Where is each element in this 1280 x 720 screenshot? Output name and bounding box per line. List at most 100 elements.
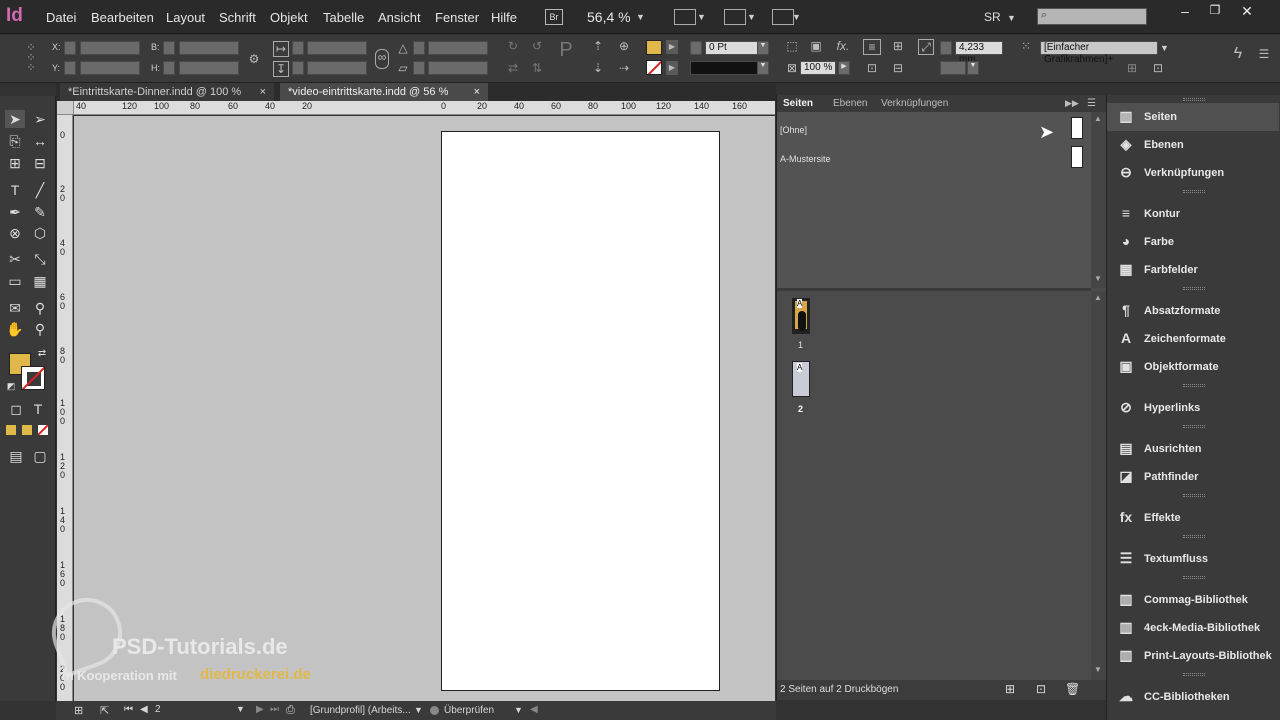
page-1-thumbnail[interactable]: A <box>792 298 810 334</box>
tab-eintrittskarte-dinner[interactable]: *Eintrittskarte-Dinner.indd @ 100 % × <box>60 83 274 101</box>
align-stroke-dropdown[interactable]: ▼ <box>967 61 979 75</box>
horizontal-ruler[interactable]: 40 120 100 80 60 40 20 0 20 40 60 80 100… <box>74 101 775 115</box>
menu-ansicht[interactable]: Ansicht <box>378 10 421 25</box>
zoom-dropdown-icon[interactable]: ▼ <box>636 12 645 22</box>
direct-selection-tool-icon[interactable]: ➢ <box>30 110 50 128</box>
apply-color-icon[interactable] <box>6 425 16 435</box>
maximize-button[interactable]: ❐ <box>1200 3 1230 21</box>
transform-icon[interactable]: ⚙ <box>246 52 262 66</box>
select-previous-icon[interactable]: ⇣ <box>590 61 606 75</box>
scale-y-field[interactable] <box>307 61 367 75</box>
menu-fenster[interactable]: Fenster <box>435 10 479 25</box>
size-field[interactable]: 4,233 mm <box>955 41 1003 65</box>
bridge-button[interactable]: Br <box>545 9 563 25</box>
zoom-level[interactable]: 56,4 % <box>587 9 631 25</box>
menu-datei[interactable]: Datei <box>46 10 76 25</box>
scissors-tool-icon[interactable]: ✂ <box>5 250 25 268</box>
line-tool-icon[interactable]: ╱ <box>30 181 50 199</box>
dock-item-farbe[interactable]: ◕ Farbe <box>1107 228 1279 256</box>
rotate-cw-icon[interactable]: ↻ <box>504 39 522 53</box>
fx-icon[interactable]: fx. <box>834 39 852 53</box>
dock-item-pathfinder[interactable]: ◪ Pathfinder <box>1107 463 1279 491</box>
stroke-type-dropdown[interactable]: ▼ <box>757 61 769 75</box>
dock-item-print-layouts-bibliothek[interactable]: ▥ Print-Layouts-Bibliothek <box>1107 642 1279 670</box>
page-number-field[interactable]: 2 <box>155 704 161 715</box>
dock-item-textumfluss[interactable]: ☰ Textumfluss <box>1107 545 1279 573</box>
tab-verknuepfungen[interactable]: Verknüpfungen <box>881 98 948 109</box>
y-field[interactable] <box>80 61 140 75</box>
default-colors-icon[interactable]: ◩ <box>5 380 17 392</box>
corner-options-icon[interactable]: ⬚ <box>784 39 800 53</box>
screen-mode-icon[interactable] <box>724 9 746 25</box>
menu-hilfe[interactable]: Hilfe <box>491 10 517 25</box>
master-none-label[interactable]: [Ohne] <box>780 125 807 135</box>
panel-menu-icon[interactable]: ☰ <box>1087 98 1096 109</box>
preflight-profile[interactable]: [Grundprofil] (Arbeits... <box>310 705 411 716</box>
minimize-button[interactable]: – <box>1170 3 1200 21</box>
tab-seiten[interactable]: Seiten <box>783 98 813 109</box>
next-page-icon[interactable]: ▶ <box>256 704 264 715</box>
dock-item-hyperlinks[interactable]: ⊘ Hyperlinks <box>1107 394 1279 422</box>
flip-v-icon[interactable]: ⇅ <box>528 61 546 75</box>
polygon-tool-icon[interactable]: ⬡ <box>30 224 50 242</box>
height-stepper[interactable] <box>163 61 175 75</box>
tab-ebenen[interactable]: Ebenen <box>833 98 867 109</box>
shear-field[interactable] <box>428 61 488 75</box>
scroll-left-icon[interactable]: ◀ <box>530 704 538 715</box>
flip-h-icon[interactable]: ⇄ <box>504 61 522 75</box>
drop-shadow-icon[interactable]: ▣ <box>808 39 824 53</box>
panel-group-grip[interactable] <box>1183 494 1205 497</box>
page-tool-icon[interactable]: ⎘ <box>5 132 25 150</box>
text-wrap-none-icon[interactable]: ≡ <box>863 39 881 55</box>
page-dropdown-icon[interactable]: ▼ <box>236 704 245 714</box>
panel-group-grip[interactable] <box>1183 98 1205 101</box>
page-2-thumbnail[interactable]: A <box>792 361 810 397</box>
menu-bearbeiten[interactable]: Bearbeiten <box>91 10 154 25</box>
panel-group-grip[interactable] <box>1183 576 1205 579</box>
display-performance-icon[interactable]: ⊞ <box>74 704 83 717</box>
dock-item-objektformate[interactable]: ▣ Objektformate <box>1107 353 1279 381</box>
chevron-down-icon[interactable]: ▼ <box>792 12 801 22</box>
free-transform-tool-icon[interactable]: ⤡ <box>30 250 50 268</box>
apply-gradient-icon[interactable] <box>22 425 32 435</box>
open-in-window-icon[interactable]: ⇱ <box>100 704 109 717</box>
panel-group-grip[interactable] <box>1183 287 1205 290</box>
pages-scrollbar[interactable]: ▲ ▼ <box>1091 291 1106 680</box>
swap-colors-icon[interactable]: ⇄ <box>36 348 48 360</box>
rotate-field[interactable] <box>428 41 488 55</box>
menu-schrift[interactable]: Schrift <box>219 10 256 25</box>
rotate-ccw-icon[interactable]: ↺ <box>528 39 546 53</box>
stroke-dropdown-icon[interactable]: ▶ <box>666 61 678 75</box>
panel-divider[interactable] <box>777 288 1091 291</box>
formatting-text-icon[interactable]: T <box>28 400 48 418</box>
pen-tool-icon[interactable]: ✒ <box>5 203 25 221</box>
selection-tool-icon[interactable]: ➤ <box>5 110 25 128</box>
delete-page-icon[interactable]: 🗑 <box>1065 682 1080 696</box>
view-options-icon[interactable] <box>674 9 696 25</box>
dock-item-absatzformate[interactable]: ¶ Absatzformate <box>1107 297 1279 325</box>
panel-menu-icon[interactable]: ☰ <box>1256 47 1272 61</box>
preflight-dropdown-icon[interactable]: ▼ <box>514 705 523 715</box>
collapse-panel-icon[interactable]: ▶▶ <box>1065 98 1079 109</box>
dock-item-commag-bibliothek[interactable]: ▥ Commag-Bibliothek <box>1107 586 1279 614</box>
dock-item-farbfelder[interactable]: ▦ Farbfelder <box>1107 256 1279 284</box>
fill-dropdown-icon[interactable]: ▶ <box>666 40 678 54</box>
opacity-field[interactable]: 100 % <box>800 61 836 75</box>
chevron-down-icon[interactable]: ▼ <box>1160 43 1169 53</box>
last-page-icon[interactable]: ⏭ <box>270 704 279 715</box>
preflight-panel-icon[interactable]: ⎙ <box>286 704 295 717</box>
width-stepper[interactable] <box>163 41 175 55</box>
masters-scrollbar[interactable]: ▲ ▼ <box>1091 112 1106 288</box>
dock-item-4eck-media-bibliothek[interactable]: ▥ 4eck-Media-Bibliothek <box>1107 614 1279 642</box>
first-page-icon[interactable]: ⏮ <box>124 704 133 715</box>
dock-item-ebenen[interactable]: ◈ Ebenen <box>1107 131 1279 159</box>
zoom-tool-icon[interactable]: ⚲ <box>30 320 50 338</box>
panel-group-grip[interactable] <box>1183 190 1205 193</box>
dock-item-cc-bibliotheken[interactable]: ☁ CC-Bibliotheken <box>1107 683 1279 711</box>
fill-swatch[interactable] <box>646 40 662 55</box>
search-input[interactable]: ⌕ <box>1037 8 1147 25</box>
arrange-documents-icon[interactable] <box>772 9 794 25</box>
scale-x-stepper[interactable] <box>292 41 304 55</box>
constrain-proportions-icon[interactable]: ∞ <box>375 49 389 69</box>
formatting-container-icon[interactable]: ◻ <box>6 400 26 418</box>
